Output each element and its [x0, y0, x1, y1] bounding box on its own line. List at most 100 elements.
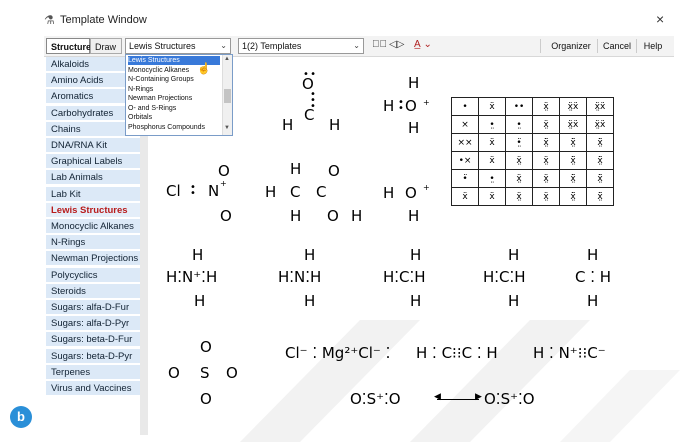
table-cell[interactable]: •̈ — [451, 169, 479, 188]
sidebar-item[interactable]: DNA/RNA Kit — [46, 138, 140, 153]
structure-acid-c2[interactable]: C — [316, 183, 326, 201]
structure-ammonium-bottom[interactable]: H — [194, 292, 205, 310]
next-page-icon[interactable]: ◁▷ — [389, 39, 404, 50]
table-cell[interactable]: ẍ̤̈ — [559, 187, 587, 206]
structure-acid-h2[interactable]: H — [265, 183, 276, 201]
dropdown-item[interactable]: N-Containing Groups — [128, 75, 220, 84]
sidebar-item[interactable]: Lab Kit — [46, 186, 140, 202]
first-page-icon[interactable]: ◁⃓ — [372, 39, 387, 50]
structure-sulfate-s[interactable]: S — [200, 364, 210, 382]
structure-water-h2[interactable]: H — [329, 116, 340, 134]
structure-methyl[interactable]: H⁚C⁚H — [483, 268, 526, 286]
table-cell[interactable]: ẍ̤̈ — [586, 133, 614, 152]
table-cell[interactable]: ẍ̤ — [532, 169, 560, 188]
structure-acid-c1[interactable]: C — [290, 183, 300, 201]
tab-draw[interactable]: Draw — [90, 38, 122, 54]
structure-acid-o1[interactable]: O — [328, 162, 340, 180]
table-cell[interactable]: ẍ̤ — [532, 187, 560, 206]
scroll-up-icon[interactable]: ▲ — [224, 56, 230, 62]
table-cell[interactable]: •̤ — [505, 115, 533, 134]
table-cell[interactable]: ẍ̤̈ — [586, 187, 614, 206]
structure-acid-o2[interactable]: O — [327, 207, 339, 225]
table-cell[interactable]: ẍ̤ẍ — [559, 115, 587, 134]
structure-hyd2-bottom[interactable]: H — [408, 207, 419, 225]
sidebar-item[interactable]: Lewis Structures — [46, 202, 140, 218]
table-cell[interactable]: •• — [505, 97, 533, 116]
dropdown-item[interactable]: N-Rings — [128, 85, 220, 94]
table-cell[interactable]: •̤ — [478, 115, 506, 134]
structure-so2-left[interactable]: O⁚S⁺⁚O — [350, 390, 401, 408]
table-cell[interactable]: ẍ̤ — [505, 151, 533, 170]
structure-methane-top[interactable]: H — [410, 246, 421, 264]
table-cell[interactable]: ẍ̤ẍ — [586, 115, 614, 134]
structure-nitrate-o2[interactable]: O — [220, 207, 232, 225]
structure-hyd2-o[interactable]: O — [405, 184, 417, 202]
sidebar-item[interactable]: Newman Projections — [46, 251, 140, 267]
structure-hyd2-left[interactable]: H — [383, 184, 394, 202]
structure-sulfate-o-bottom[interactable]: O — [200, 390, 212, 408]
structure-water-h1[interactable]: H — [282, 116, 293, 134]
table-cell[interactable]: ẍ — [478, 187, 506, 206]
structure-nitrate-cl[interactable]: Cl — [166, 182, 181, 200]
structure-acid-h3[interactable]: H — [290, 207, 301, 225]
sidebar-item[interactable]: Sugars: beta-D-Fur — [46, 332, 140, 348]
dropdown-scrollbar[interactable]: ▲ ▼ — [222, 55, 232, 135]
structure-acid-h1[interactable]: H — [290, 160, 301, 178]
sidebar-item[interactable]: Sugars: alfa-D-Pyr — [46, 316, 140, 332]
structure-sulfate-o-right[interactable]: O — [226, 364, 238, 382]
table-cell[interactable]: ẍ̤̈ — [586, 169, 614, 188]
table-cell[interactable]: ẍ̤ẍ — [586, 97, 614, 116]
cancel-button[interactable]: Cancel — [601, 38, 633, 54]
table-cell[interactable]: ×× — [451, 133, 479, 152]
organizer-button[interactable]: Organizer — [548, 38, 594, 54]
scroll-down-icon[interactable]: ▼ — [224, 125, 230, 131]
sidebar-item[interactable]: Virus and Vaccines — [46, 381, 140, 396]
table-cell[interactable]: ẍ — [478, 97, 506, 116]
table-cell[interactable]: ẍ̤ — [505, 169, 533, 188]
table-cell[interactable]: ẍ̤ — [532, 115, 560, 134]
structure-nitrate-o1[interactable]: O — [218, 162, 230, 180]
structure-mgcl2[interactable]: Cl⁻ ⁚ Mg²⁺Cl⁻ ⁚ — [285, 344, 390, 362]
dropdown-item[interactable]: Orbitals — [128, 113, 220, 122]
table-cell[interactable]: ẍ̤̈ — [532, 133, 560, 152]
table-cell[interactable]: ẍ — [478, 133, 506, 152]
structure-hcn[interactable]: H ⁚ N⁺⁝⁝C⁻ — [533, 344, 606, 362]
electron-dot-table[interactable]: • ẍ •• ẍ̤ ẍ̤ẍ ẍ̤ẍ × •̤ •̤ ẍ̤ ẍ̤ẍ ẍ̤ẍ ×× ẍ •̤̈ ẍ̤̈ ẍ̤̈ ẍ̤̈… — [451, 97, 614, 206]
sidebar-item[interactable]: Polycyclics — [46, 267, 140, 283]
structure-radical-bottom[interactable]: H — [587, 292, 598, 310]
structure-methyl-bottom[interactable]: H — [508, 292, 519, 310]
table-cell[interactable]: ẍ̤̈ — [559, 133, 587, 152]
structure-methyl-top[interactable]: H — [508, 246, 519, 264]
structure-ammonium[interactable]: H⁚N⁺⁚H — [166, 268, 217, 286]
structure-nitrate-n[interactable]: N — [208, 182, 219, 200]
structure-methane[interactable]: H⁚C⁚H — [383, 268, 426, 286]
structure-water-c[interactable]: C — [304, 106, 314, 124]
dropdown-item[interactable]: Phosphorus Compounds — [128, 123, 220, 132]
sidebar-item[interactable]: Lab Animals — [46, 170, 140, 186]
sidebar-item[interactable]: Sugars: alfa-D-Fur — [46, 300, 140, 315]
sidebar-item[interactable]: N-Rings — [46, 235, 140, 251]
scroll-thumb[interactable] — [224, 89, 231, 103]
structure-hydronium-o[interactable]: O — [405, 97, 417, 115]
structure-amine-bottom[interactable]: H — [304, 292, 315, 310]
table-cell[interactable]: ẍ̤̈ — [559, 151, 587, 170]
table-cell[interactable]: •̤ — [478, 169, 506, 188]
table-cell[interactable]: ẍ — [478, 151, 506, 170]
structure-hydronium-left[interactable]: H — [383, 97, 394, 115]
structure-acetylene[interactable]: H ⁚ C⁝⁝C ⁚ H — [416, 344, 498, 362]
structure-hydronium-h[interactable]: H — [408, 74, 419, 92]
close-icon[interactable]: × — [656, 11, 664, 27]
table-cell[interactable]: • — [451, 97, 479, 116]
table-cell[interactable]: •× — [451, 151, 479, 170]
structure-sulfate-o-top[interactable]: O — [200, 338, 212, 356]
tab-structure[interactable]: Structure — [46, 38, 91, 54]
structure-hydronium-bottom[interactable]: H — [408, 119, 419, 137]
sidebar-item[interactable]: Monocyclic Alkanes — [46, 219, 140, 234]
sidebar-item[interactable]: Steroids — [46, 283, 140, 299]
sidebar-item[interactable]: Sugars: beta-D-Pyr — [46, 348, 140, 364]
structure-ammonium-top[interactable]: H — [192, 246, 203, 264]
dropdown-item[interactable]: Newman Projections — [128, 94, 220, 103]
table-cell[interactable]: ẍ̤ — [532, 151, 560, 170]
structure-radical-top[interactable]: H — [587, 246, 598, 264]
table-cell[interactable]: ẍ — [451, 187, 479, 206]
